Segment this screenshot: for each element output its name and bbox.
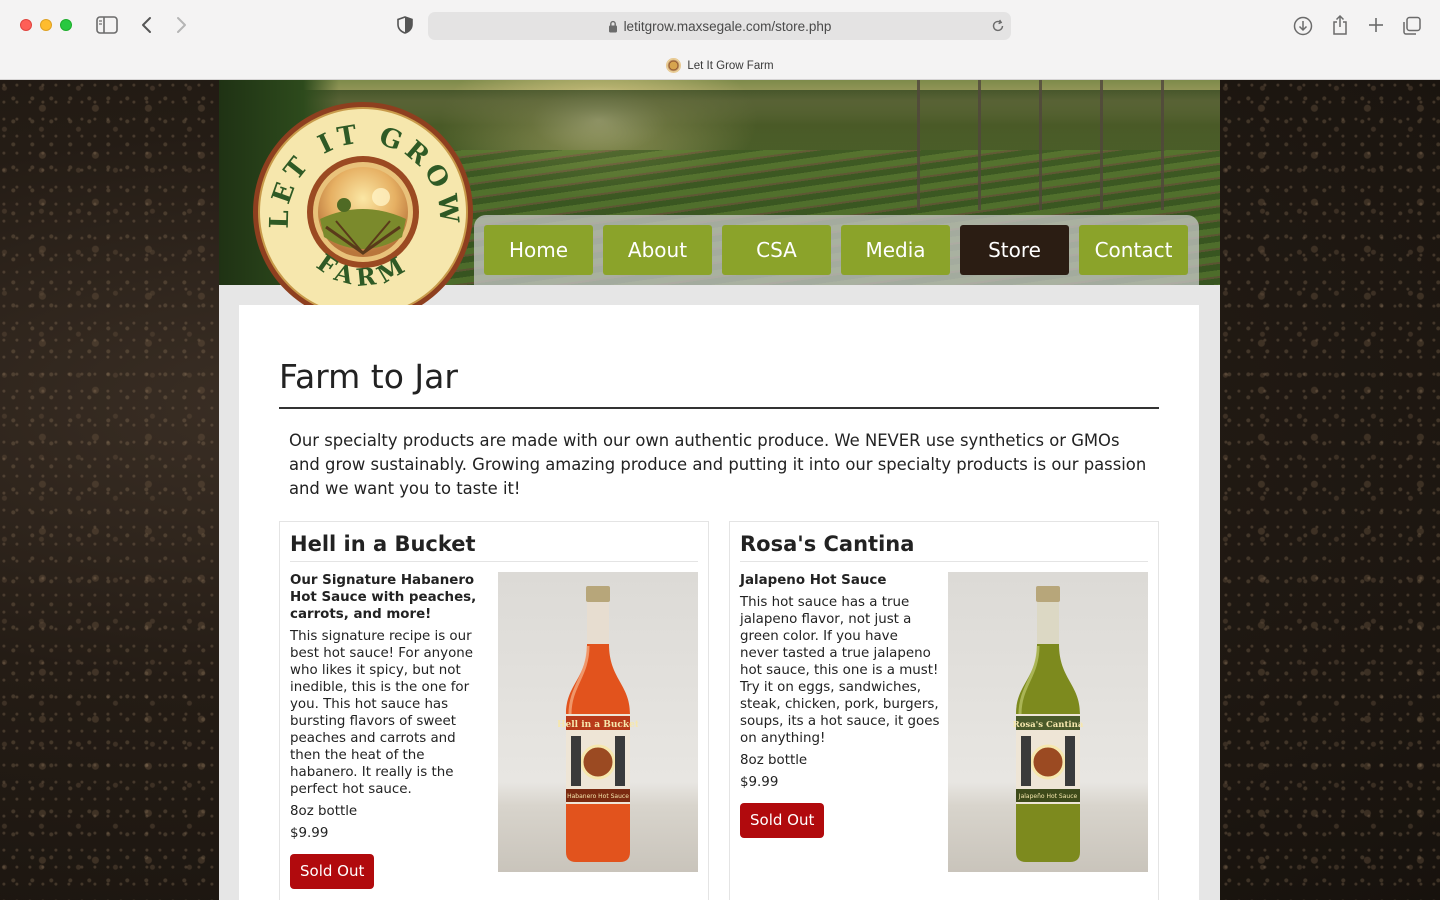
product-card: Rosa's Cantina Jalapeno Hot Sauce This h… bbox=[729, 521, 1159, 900]
product-price: $9.99 bbox=[740, 775, 779, 790]
product-image[interactable]: Rosa's Cantina Jalapeño Hot Sauce bbox=[948, 572, 1148, 872]
site-wrapper: Home About CSA Media Store Contact LET I… bbox=[219, 80, 1220, 900]
product-subtitle: Our Signature Habanero Hot Sauce with pe… bbox=[290, 573, 477, 622]
nav-home[interactable]: Home bbox=[484, 225, 593, 275]
hot-sauce-bottle-image: Rosa's Cantina Jalapeño Hot Sauce bbox=[1013, 586, 1084, 862]
privacy-shield-icon[interactable] bbox=[396, 15, 414, 35]
nav-csa[interactable]: CSA bbox=[722, 225, 831, 275]
back-icon[interactable] bbox=[138, 14, 156, 36]
share-icon[interactable] bbox=[1330, 13, 1350, 37]
card-divider bbox=[290, 561, 698, 562]
url-text: letitgrow.maxsegale.com/store.php bbox=[623, 18, 832, 34]
product-image[interactable]: Hell in a Bucket Habanero Hot Sauce bbox=[498, 572, 698, 872]
product-details: Jalapeno Hot Sauce This hot sauce has a … bbox=[740, 572, 940, 838]
product-description: This hot sauce has a true jalapeno flavo… bbox=[740, 595, 940, 746]
tab-overview-icon[interactable] bbox=[1401, 15, 1423, 37]
tab-title-text: Let It Grow Farm bbox=[687, 59, 774, 72]
sold-out-button[interactable]: Sold Out bbox=[290, 854, 375, 889]
bottle-label-bottom: Habanero Hot Sauce bbox=[567, 793, 629, 800]
bottle-label-bottom: Jalapeño Hot Sauce bbox=[1018, 793, 1078, 800]
intro-text: Our specialty products are made with our… bbox=[289, 431, 1147, 498]
close-window-button[interactable] bbox=[20, 19, 32, 31]
address-bar[interactable]: letitgrow.maxsegale.com/store.php bbox=[428, 12, 1011, 40]
sold-out-button[interactable]: Sold Out bbox=[740, 803, 825, 838]
page-title: Farm to Jar bbox=[279, 357, 458, 396]
new-tab-icon[interactable] bbox=[1366, 15, 1386, 35]
bottle-label-top: Hell in a Bucket bbox=[558, 720, 638, 730]
browser-chrome: letitgrow.maxsegale.com/store.php Let It… bbox=[0, 0, 1440, 80]
nav-media[interactable]: Media bbox=[841, 225, 950, 275]
forward-icon[interactable] bbox=[172, 14, 190, 36]
product-details: Our Signature Habanero Hot Sauce with pe… bbox=[290, 572, 490, 889]
bottle-label-top: Rosa's Cantina bbox=[1013, 720, 1084, 730]
card-divider bbox=[740, 561, 1148, 562]
downloads-icon[interactable] bbox=[1292, 15, 1314, 37]
nav-about[interactable]: About bbox=[603, 225, 712, 275]
lock-icon bbox=[608, 20, 618, 33]
zoom-window-button[interactable] bbox=[60, 19, 72, 31]
reload-icon[interactable] bbox=[990, 17, 1006, 35]
nav-contact[interactable]: Contact bbox=[1079, 225, 1188, 275]
farm-logo[interactable]: LET IT GROW FARM bbox=[252, 101, 474, 323]
sidebar-toggle-icon[interactable] bbox=[96, 16, 118, 34]
active-tab[interactable]: Let It Grow Farm bbox=[0, 58, 1440, 73]
product-card: Hell in a Bucket Our Signature Habanero … bbox=[279, 521, 709, 900]
product-price: $9.99 bbox=[290, 826, 329, 841]
product-size: 8oz bottle bbox=[290, 804, 358, 819]
product-description: This signature recipe is our best hot sa… bbox=[290, 629, 474, 797]
hot-sauce-bottle-image: Hell in a Bucket Habanero Hot Sauce bbox=[558, 586, 638, 862]
title-divider bbox=[279, 407, 1159, 409]
fence-posts bbox=[859, 80, 1220, 210]
product-subtitle: Jalapeno Hot Sauce bbox=[740, 573, 887, 588]
minimize-window-button[interactable] bbox=[40, 19, 52, 31]
main-content: Farm to Jar Our specialty products are m… bbox=[239, 305, 1199, 900]
product-size: 8oz bottle bbox=[740, 753, 808, 768]
product-name: Rosa's Cantina bbox=[740, 532, 915, 556]
nav-store[interactable]: Store bbox=[960, 225, 1069, 275]
favicon-icon bbox=[666, 58, 682, 73]
product-name: Hell in a Bucket bbox=[290, 532, 476, 556]
